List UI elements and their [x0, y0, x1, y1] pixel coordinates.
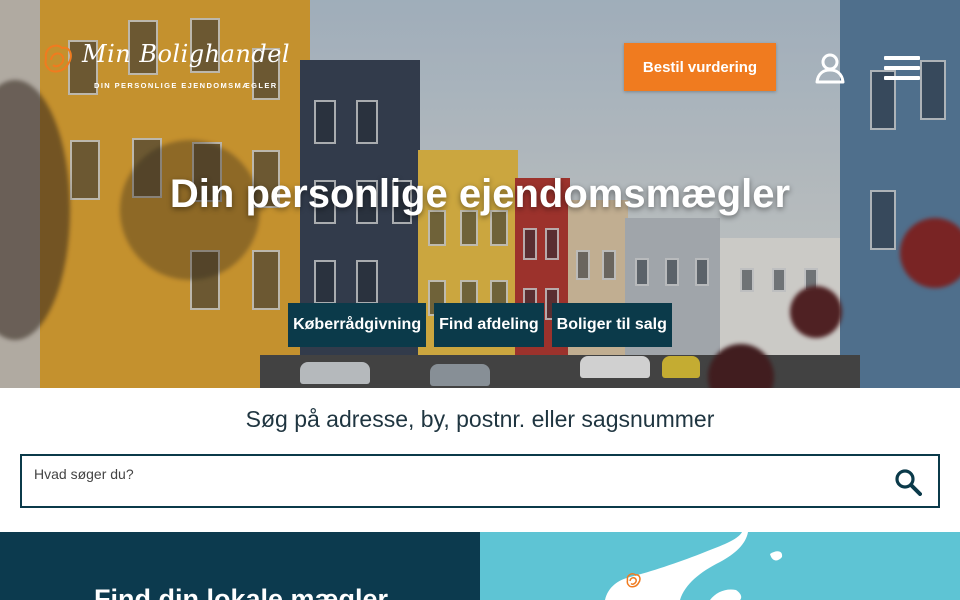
logo-wordmark: Min Bolighandel [82, 40, 291, 68]
map-land-shape [605, 532, 783, 600]
search-input[interactable] [34, 456, 874, 506]
logo-tagline: DIN PERSONLIGE EJENDOMSMÆGLER [94, 81, 278, 90]
site-logo[interactable]: Min Bolighandel DIN PERSONLIGE EJENDOMSM… [40, 40, 290, 94]
hero-title: Din personlige ejendomsmægler [169, 172, 791, 216]
local-agent-title: Find din lokale mægler [94, 584, 389, 600]
buyer-advice-link[interactable]: Køberrådgivning [288, 303, 427, 347]
user-icon[interactable] [814, 52, 846, 84]
hero-banner: Min Bolighandel DIN PERSONLIGE EJENDOMSM… [0, 0, 960, 388]
search-box [20, 454, 940, 508]
logo-house-icon [44, 44, 72, 73]
map-location-marker-icon[interactable] [624, 571, 642, 589]
hamburger-menu-icon[interactable] [884, 56, 920, 82]
search-icon[interactable] [894, 468, 922, 496]
local-agent-panel: Find din lokale mægler [0, 532, 480, 600]
find-department-link[interactable]: Find afdeling [434, 303, 544, 347]
homes-for-sale-link[interactable]: Boliger til salg [551, 303, 672, 347]
order-valuation-button[interactable]: Bestil vurdering [624, 43, 776, 91]
denmark-map[interactable] [480, 532, 960, 600]
search-heading: Søg på adresse, by, postnr. eller sagsnu… [245, 406, 715, 432]
hero-quick-links: Køberrådgivning Find afdeling Boliger ti… [0, 303, 960, 347]
